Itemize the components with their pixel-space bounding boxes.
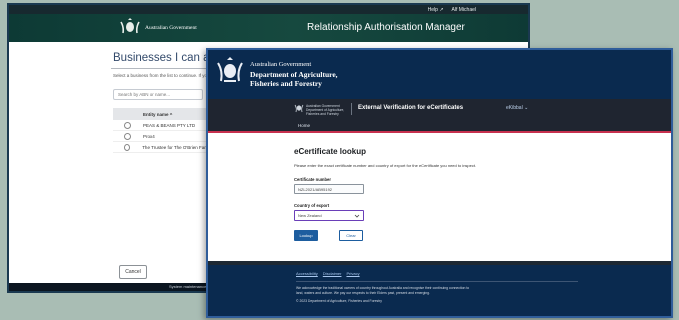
ram-entity-name-header[interactable]: Entity name ^ (113, 108, 209, 120)
ec-dept-wordmark: Department of Agriculture, Fisheries and… (250, 70, 338, 88)
country-of-export-select[interactable]: New Zealand (294, 210, 364, 221)
radio-icon[interactable] (124, 132, 131, 140)
footer-link-privacy[interactable]: Privacy (346, 271, 359, 276)
ec-country-value: New Zealand (298, 213, 322, 218)
ec-appbar-gov-wordmark: Australian Government Department of Agri… (306, 104, 344, 116)
ec-footer-links: Accessibility Disclaimer Privacy (296, 271, 671, 276)
ram-utility-bar: Help ↗ Alf Michael (9, 5, 528, 14)
ram-help-link[interactable]: Help ↗ (428, 7, 444, 13)
ram-app-title: Relationship Authorisation Manager (307, 22, 465, 33)
ram-cancel-button[interactable]: Cancel (119, 265, 147, 279)
footer-link-accessibility[interactable]: Accessibility (296, 271, 318, 276)
ram-entity-table: Entity name ^ PEAS & BEANS PTY LTD Prox4… (113, 108, 209, 153)
ec-appbar-divider (351, 103, 352, 115)
ec-app-bar: Australian Government Department of Agri… (208, 99, 671, 119)
ec-brand-header: Australian Government Department of Agri… (208, 50, 671, 99)
ec-country-label: Country of export (294, 203, 330, 208)
radio-icon[interactable] (124, 143, 131, 151)
ram-header: Australian Government Relationship Autho… (9, 14, 528, 42)
ec-intro-text: Please enter the exact certificate numbe… (294, 163, 477, 168)
ram-entity-name: PEAS & BEANS PTY LTD (143, 122, 196, 128)
ec-footer: Accessibility Disclaimer Privacy We ackn… (208, 265, 671, 316)
coat-of-arms-icon (120, 18, 140, 34)
ec-app-title: External Verification for eCertificates (358, 105, 464, 111)
ec-nav-home[interactable]: Home (298, 123, 310, 128)
ram-maintenance-text: System maintenance (169, 284, 207, 289)
ram-user-name[interactable]: Alf Michael (452, 7, 476, 13)
ec-acknowledgement: We acknowledge the traditional owners of… (296, 286, 470, 295)
lookup-button[interactable]: Lookup (294, 230, 318, 241)
radio-icon[interactable] (124, 121, 131, 129)
chevron-down-icon (354, 214, 360, 218)
ecert-window: Australian Government Department of Agri… (206, 48, 673, 318)
ec-appbar-gov-line3: Fisheries and Forestry (306, 112, 339, 116)
coat-of-arms-icon (217, 57, 243, 82)
coat-of-arms-icon (294, 104, 304, 113)
ec-form-buttons: Lookup Clear (294, 230, 671, 241)
ec-dept-line1: Department of Agriculture, (250, 70, 338, 79)
ec-page-title: eCertificate lookup (294, 147, 367, 156)
certificate-number-input[interactable]: NZL2021/AB95192 (294, 184, 364, 194)
ec-gov-wordmark: Australian Government (250, 61, 312, 68)
ec-nav-bar: Home (208, 119, 671, 131)
ec-footer-divider (296, 281, 578, 282)
table-row[interactable]: The Trustee for The O'Brien Fami (113, 142, 209, 153)
ec-dept-line2: Fisheries and Forestry (250, 79, 322, 88)
ram-search-input[interactable] (113, 89, 203, 100)
ec-lookup-form: eCertificate lookup Please enter the exa… (208, 133, 671, 257)
ram-entity-name: Prox4 (143, 133, 155, 139)
footer-link-disclaimer[interactable]: Disclaimer (323, 271, 342, 276)
ram-entity-name: The Trustee for The O'Brien Fami (142, 144, 209, 150)
clear-button[interactable]: Clear (339, 230, 363, 241)
ram-gov-wordmark: Australian Government (145, 25, 197, 31)
ec-user-menu[interactable]: eKibbal ⌄ (506, 105, 528, 111)
table-row[interactable]: Prox4 (113, 131, 209, 142)
ec-cert-label: Certificate number (294, 177, 331, 182)
ec-copyright: © 2023 Department of Agriculture, Fisher… (296, 299, 382, 304)
table-row[interactable]: PEAS & BEANS PTY LTD (113, 120, 209, 131)
